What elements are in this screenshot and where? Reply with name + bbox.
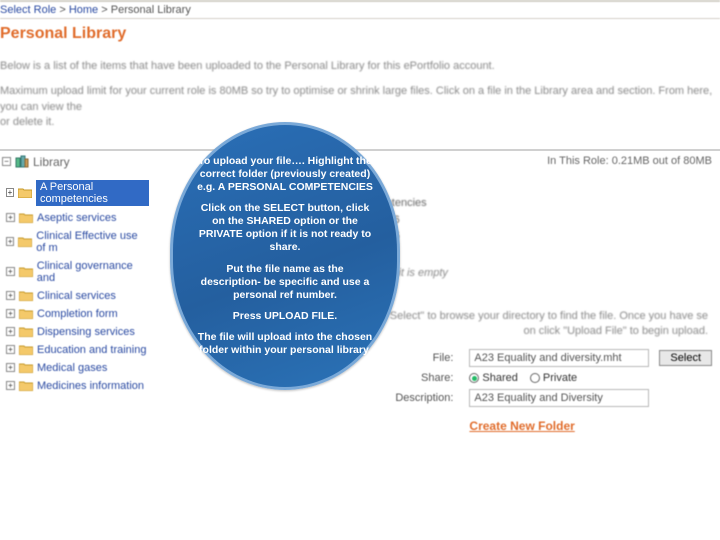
- instruction-callout: To upload your file…. Highlight the corr…: [170, 122, 400, 390]
- tree-item-medical-gases[interactable]: + Medical gases: [6, 359, 149, 377]
- description-input[interactable]: A23 Equality and Diversity: [469, 389, 649, 407]
- tree-expander-icon[interactable]: +: [6, 188, 14, 197]
- folder-icon: [19, 290, 33, 301]
- breadcrumb-sep2: >: [101, 4, 107, 16]
- folder-icon: [19, 362, 33, 373]
- breadcrumb-select-role[interactable]: Select Role: [0, 4, 56, 16]
- tree-item-label: Medicines information: [37, 380, 144, 392]
- callout-p4: Press UPLOAD FILE.: [233, 310, 337, 323]
- shared-radio[interactable]: Shared: [469, 372, 517, 384]
- intro-text-1: Below is a list of the items that have b…: [0, 49, 720, 78]
- tree-item-education-training[interactable]: + Education and training: [6, 341, 149, 359]
- tree-expander-icon[interactable]: +: [6, 381, 15, 390]
- breadcrumb-home[interactable]: Home: [69, 4, 98, 16]
- folder-icon: [19, 326, 33, 337]
- folder-icon: [18, 187, 32, 198]
- tree-item-a-personal-competencies[interactable]: + A Personal competencies: [6, 177, 149, 209]
- tree-item-clinical-governance[interactable]: + Clinical governance and: [6, 257, 149, 287]
- tree-item-label: Medical gases: [37, 362, 107, 374]
- tree-item-dispensing-services[interactable]: + Dispensing services: [6, 323, 149, 341]
- folder-tree: + A Personal competencies + Aseptic serv…: [0, 173, 149, 395]
- tree-item-clinical-services[interactable]: + Clinical services: [6, 287, 149, 305]
- tree-item-label: Clinical Effective use of m: [36, 230, 149, 254]
- tree-expander-icon[interactable]: −: [2, 157, 11, 166]
- sidebar: − Library + A Personal competencies + As…: [0, 149, 149, 434]
- tree-expander-icon[interactable]: +: [6, 327, 15, 336]
- select-button[interactable]: Select: [659, 350, 712, 366]
- callout-p2: Click on the SELECT button, click on the…: [195, 202, 375, 255]
- tree-item-label: Aseptic services: [37, 212, 116, 224]
- tree-expander-icon[interactable]: +: [6, 309, 15, 318]
- tree-expander-icon[interactable]: +: [6, 213, 15, 222]
- file-input[interactable]: A23 Equality and diversity.mht: [469, 349, 649, 367]
- folder-icon: [19, 380, 33, 391]
- library-icon: [15, 155, 29, 169]
- tree-item-label: A Personal competencies: [36, 180, 149, 206]
- folder-icon: [19, 266, 33, 277]
- breadcrumb: Select Role > Home > Personal Library: [0, 0, 720, 19]
- tree-item-aseptic-services[interactable]: + Aseptic services: [6, 209, 149, 227]
- tree-item-label: Clinical governance and: [37, 260, 150, 284]
- tree-item-medicines-information[interactable]: + Medicines information: [6, 377, 149, 395]
- folder-icon: [19, 344, 33, 355]
- tree-expander-icon[interactable]: +: [6, 267, 15, 276]
- tree-item-label: Completion form: [37, 308, 118, 320]
- tree-item-label: Dispensing services: [37, 326, 135, 338]
- sidebar-heading-label: Library: [33, 155, 70, 169]
- tree-item-label: Education and training: [37, 344, 146, 356]
- tree-expander-icon[interactable]: +: [6, 237, 14, 246]
- description-label: Description:: [169, 392, 469, 404]
- radio-icon: [530, 373, 540, 383]
- folder-icon: [19, 308, 33, 319]
- folder-icon: [19, 212, 33, 223]
- tree-expander-icon[interactable]: +: [6, 363, 15, 372]
- breadcrumb-sep: >: [59, 4, 65, 16]
- create-new-folder-link[interactable]: Create New Folder: [469, 419, 720, 433]
- radio-icon: [469, 373, 479, 383]
- private-radio-label: Private: [543, 372, 577, 384]
- tree-item-completion-form[interactable]: + Completion form: [6, 305, 149, 323]
- tree-item-clinical-effective[interactable]: + Clinical Effective use of m: [6, 227, 149, 257]
- intro-text-2b: or delete it.: [0, 115, 720, 130]
- tree-expander-icon[interactable]: +: [6, 345, 15, 354]
- intro-text-2: Maximum upload limit for your current ro…: [0, 84, 720, 115]
- callout-p3: Put the file name as the description- be…: [195, 263, 375, 302]
- sidebar-header: − Library: [0, 151, 149, 173]
- callout-p1: To upload your file…. Highlight the corr…: [195, 155, 375, 194]
- shared-radio-label: Shared: [482, 372, 517, 384]
- callout-p5: The file will upload into the chosen fol…: [195, 331, 375, 357]
- breadcrumb-current: Personal Library: [111, 4, 191, 16]
- quota-text: In This Role: 0.21MB out of 80MB: [547, 155, 712, 167]
- tree-item-label: Clinical services: [37, 290, 116, 302]
- private-radio[interactable]: Private: [530, 372, 577, 384]
- tree-expander-icon[interactable]: +: [6, 291, 15, 300]
- page-title: Personal Library: [0, 19, 720, 49]
- folder-icon: [18, 236, 32, 247]
